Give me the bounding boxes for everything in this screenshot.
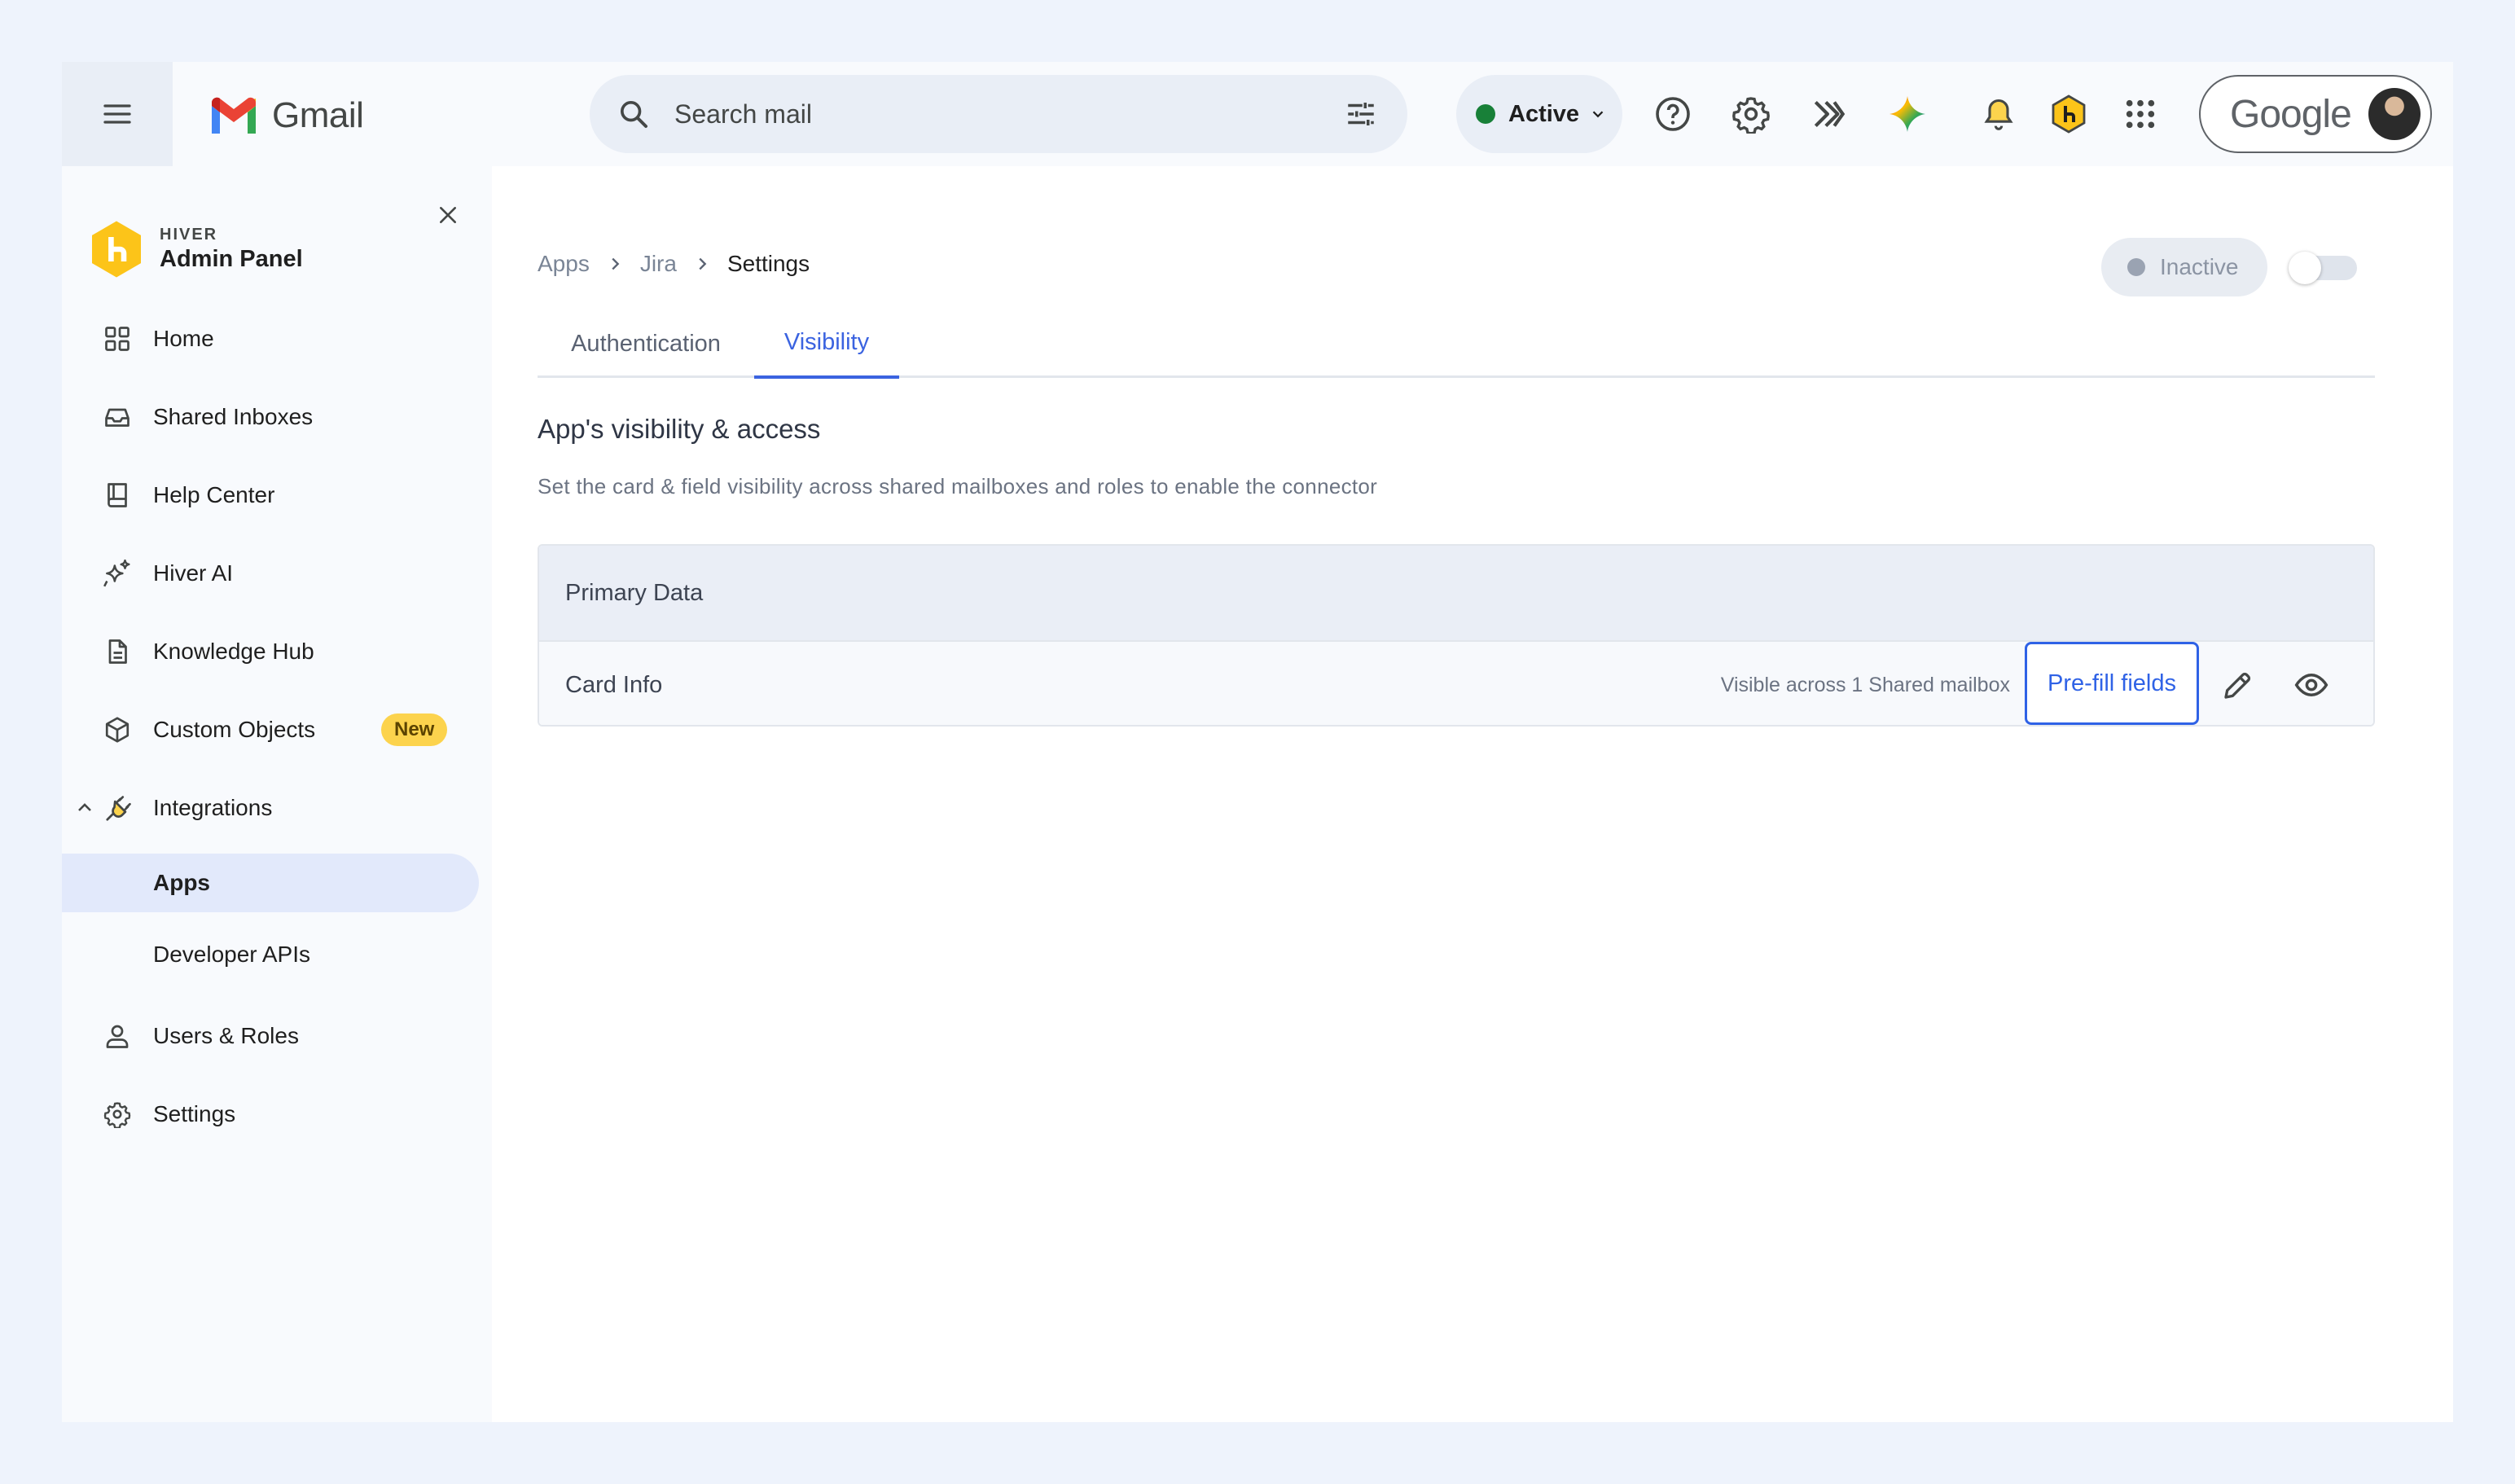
sidebar-item-developer-apis[interactable]: Developer APIs bbox=[62, 925, 479, 984]
sidebar-item-knowledge-hub[interactable]: Knowledge Hub bbox=[62, 622, 479, 681]
section-title: App's visibility & access bbox=[538, 414, 821, 444]
search-input[interactable]: Search mail bbox=[674, 99, 1344, 130]
sidebar-item-label: Knowledge Hub bbox=[153, 639, 314, 664]
hiver-hex-icon[interactable] bbox=[2046, 91, 2091, 137]
account-switcher[interactable]: Google bbox=[2199, 75, 2432, 153]
sidebar-item-help-center[interactable]: Help Center bbox=[62, 466, 479, 525]
hiver-brand: HIVER Admin Panel bbox=[90, 220, 303, 279]
top-bar: Gmail Search mail Active Google bbox=[62, 62, 2453, 166]
eye-icon[interactable] bbox=[2292, 665, 2331, 705]
hiver-logo-icon bbox=[92, 221, 141, 278]
tab-authentication[interactable]: Authentication bbox=[538, 310, 754, 378]
row-name: Card Info bbox=[565, 671, 663, 698]
grid-icon bbox=[99, 321, 135, 357]
breadcrumb-apps[interactable]: Apps bbox=[538, 251, 590, 277]
close-icon[interactable] bbox=[432, 199, 464, 231]
sidebar-item-label: Home bbox=[153, 326, 214, 351]
status-dot bbox=[2127, 258, 2145, 276]
status-label: Active bbox=[1508, 100, 1580, 127]
new-badge: New bbox=[381, 713, 448, 746]
sparkle-icon bbox=[99, 555, 135, 591]
sidebar-item-shared-inboxes[interactable]: Shared Inboxes bbox=[62, 388, 479, 446]
help-icon[interactable] bbox=[1650, 91, 1696, 137]
breadcrumb-current: Settings bbox=[726, 251, 810, 276]
gmail-logo[interactable]: Gmail bbox=[208, 91, 364, 140]
sidebar-item-label: Integrations bbox=[153, 795, 273, 820]
gear-icon bbox=[99, 1096, 135, 1132]
visibility-table: Primary Data Card Info Visible across 1 … bbox=[538, 544, 2375, 727]
toggle-knob bbox=[2289, 252, 2321, 284]
table-header: Primary Data bbox=[539, 546, 2373, 642]
sidebar-item-label: Hiver AI bbox=[153, 560, 234, 586]
table-row: Card Info Visible across 1 Shared mailbo… bbox=[539, 642, 2373, 725]
breadcrumb: Apps Jira Settings bbox=[538, 251, 810, 277]
app-window: Gmail Search mail Active Google HIVER Ad… bbox=[62, 62, 2453, 1422]
chevron-down-icon bbox=[1589, 105, 1607, 123]
sidebar-item-label: Users & Roles bbox=[153, 1023, 299, 1048]
menu-button[interactable] bbox=[62, 62, 173, 166]
search-icon[interactable] bbox=[617, 98, 650, 130]
user-icon bbox=[99, 1018, 135, 1054]
book-icon bbox=[99, 477, 135, 513]
edit-pencil-icon[interactable] bbox=[2219, 665, 2258, 705]
gmail-logo-icon bbox=[212, 97, 256, 134]
status-dot bbox=[1476, 104, 1495, 124]
brand-title: Admin Panel bbox=[160, 246, 303, 272]
admin-sidebar: HIVER Admin Panel Home Shared Inboxes He… bbox=[62, 166, 492, 1422]
sidebar-item-users-roles[interactable]: Users & Roles bbox=[62, 1007, 479, 1065]
tab-visibility[interactable]: Visibility bbox=[754, 310, 899, 379]
sidebar-item-label: Settings bbox=[153, 1101, 236, 1126]
main-content: Apps Jira Settings Inactive Authenticati… bbox=[492, 166, 2453, 1422]
sidebar-item-label: Help Center bbox=[153, 482, 275, 507]
status-dropdown[interactable]: Active bbox=[1456, 75, 1622, 153]
app-status-badge: Inactive bbox=[2101, 238, 2267, 296]
app-name: Gmail bbox=[272, 95, 364, 135]
sidebar-item-label: Developer APIs bbox=[153, 942, 310, 967]
chevron-right-icon bbox=[606, 255, 624, 273]
chevron-right-icon bbox=[693, 255, 711, 273]
plug-icon bbox=[101, 790, 137, 826]
sidebar-item-apps[interactable]: Apps bbox=[62, 854, 479, 912]
section-subtitle: Set the card & field visibility across s… bbox=[538, 474, 1378, 498]
sidebar-item-label: Shared Inboxes bbox=[153, 404, 314, 429]
sidebar-item-label: Custom Objects bbox=[153, 717, 316, 742]
brand-small-label: HIVER bbox=[160, 226, 218, 244]
hiver-chevrons-icon[interactable] bbox=[1806, 91, 1852, 137]
app-enable-toggle[interactable] bbox=[2289, 252, 2357, 284]
menu-icon bbox=[103, 104, 131, 124]
google-wordmark: Google bbox=[2230, 92, 2352, 136]
apps-grid-icon[interactable] bbox=[2118, 91, 2163, 137]
gemini-sparkle-icon[interactable] bbox=[1885, 91, 1930, 137]
avatar[interactable] bbox=[2368, 88, 2421, 140]
prefill-fields-button[interactable]: Pre-fill fields bbox=[2025, 642, 2199, 725]
sidebar-item-hiver-ai[interactable]: Hiver AI bbox=[62, 544, 479, 603]
breadcrumb-jira[interactable]: Jira bbox=[640, 251, 677, 277]
sidebar-item-integrations[interactable]: Integrations bbox=[62, 779, 479, 837]
search-bar[interactable]: Search mail bbox=[590, 75, 1407, 153]
cube-icon bbox=[99, 712, 135, 748]
notification-bell-icon[interactable] bbox=[1976, 91, 2021, 137]
app-status-label: Inactive bbox=[2160, 254, 2239, 279]
settings-gear-icon[interactable] bbox=[1728, 91, 1774, 137]
tune-icon[interactable] bbox=[1344, 97, 1378, 131]
table-header-label: Primary Data bbox=[565, 579, 704, 606]
row-visibility-text: Visible across 1 Shared mailbox bbox=[1720, 673, 2010, 696]
inbox-icon bbox=[99, 399, 135, 435]
document-icon bbox=[99, 634, 135, 670]
sidebar-item-label: Apps bbox=[153, 870, 210, 895]
chevron-up-icon[interactable] bbox=[75, 798, 94, 818]
sidebar-item-custom-objects[interactable]: Custom Objects New bbox=[62, 700, 479, 759]
settings-tabs: Authentication Visibility bbox=[538, 310, 2375, 379]
sidebar-item-home[interactable]: Home bbox=[62, 310, 479, 368]
sidebar-item-settings[interactable]: Settings bbox=[62, 1085, 479, 1144]
